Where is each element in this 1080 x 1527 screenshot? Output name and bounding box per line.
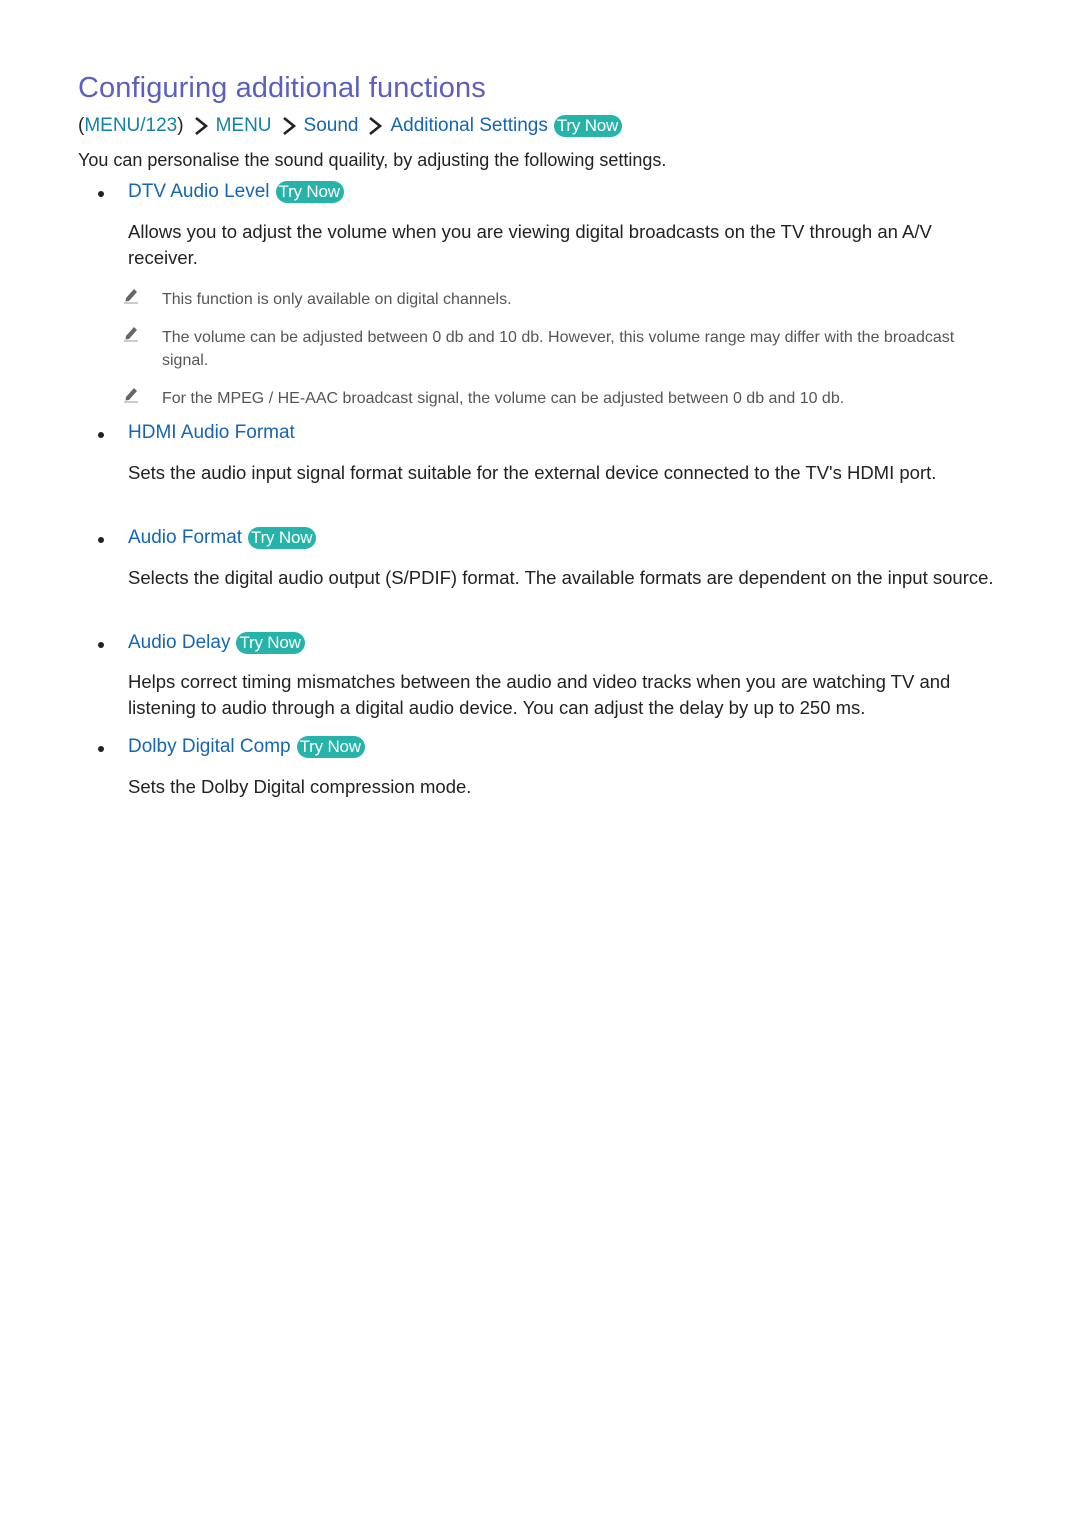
setting-link[interactable]: Audio Delay — [128, 632, 230, 654]
note-text: This function is only available on digit… — [162, 291, 512, 308]
try-now-button[interactable]: Try Now — [248, 527, 317, 549]
intro-text: You can personalise the sound quaility, … — [78, 150, 667, 170]
setting-description: Helps correct timing mismatches between … — [128, 671, 951, 718]
try-now-button[interactable]: Try Now — [236, 632, 305, 654]
setting-link[interactable]: DTV Audio Level — [128, 181, 270, 203]
bullet-icon — [98, 642, 104, 648]
try-now-button[interactable]: Try Now — [275, 181, 344, 203]
breadcrumb-menu[interactable]: MENU — [216, 115, 272, 137]
setting-item-audio-delay: Audio Delay Try Now — [78, 632, 305, 654]
pencil-icon — [122, 385, 140, 403]
setting-item-audio-format: Audio Format Try Now — [78, 527, 317, 549]
setting-item-dolby-digital-comp: Dolby Digital Comp Try Now — [78, 736, 365, 758]
note: For the MPEG / HE-AAC broadcast signal, … — [122, 387, 1002, 410]
page-title: Configuring additional functions — [78, 72, 486, 104]
setting-link[interactable]: HDMI Audio Format — [128, 422, 295, 444]
chevron-right-icon — [281, 116, 297, 136]
breadcrumb-close-paren: ) — [177, 115, 184, 136]
breadcrumb-additional-settings[interactable]: Additional Settings — [390, 115, 547, 137]
bullet-icon — [98, 432, 104, 438]
setting-description: Allows you to adjust the volume when you… — [128, 221, 932, 268]
chevron-right-icon — [367, 116, 383, 136]
pencil-icon — [122, 286, 140, 304]
note-text: The volume can be adjusted between 0 db … — [162, 329, 955, 369]
note: This function is only available on digit… — [122, 288, 1002, 311]
setting-description: Selects the digital audio output (S/PDIF… — [128, 567, 994, 588]
note: The volume can be adjusted between 0 db … — [122, 326, 1002, 372]
try-now-button[interactable]: Try Now — [296, 736, 365, 758]
setting-description: Sets the Dolby Digital compression mode. — [128, 776, 472, 797]
try-now-button[interactable]: Try Now — [553, 115, 623, 137]
setting-item-dtv-audio-level: DTV Audio Level Try Now — [78, 181, 344, 203]
bullet-icon — [98, 746, 104, 752]
pencil-icon — [122, 324, 140, 342]
breadcrumb: (MENU/123) MENU Sound Additional Setting… — [78, 115, 623, 137]
breadcrumb-sound[interactable]: Sound — [304, 115, 359, 137]
note-text: For the MPEG / HE-AAC broadcast signal, … — [162, 390, 845, 407]
setting-link[interactable]: Dolby Digital Comp — [128, 736, 291, 758]
setting-description: Sets the audio input signal format suita… — [128, 462, 937, 483]
breadcrumb-menu-123[interactable]: MENU/123 — [84, 115, 177, 137]
chevron-right-icon — [193, 116, 209, 136]
bullet-icon — [98, 537, 104, 543]
setting-link[interactable]: Audio Format — [128, 527, 242, 549]
bullet-icon — [98, 191, 104, 197]
setting-item-hdmi-audio-format: HDMI Audio Format — [78, 422, 295, 444]
